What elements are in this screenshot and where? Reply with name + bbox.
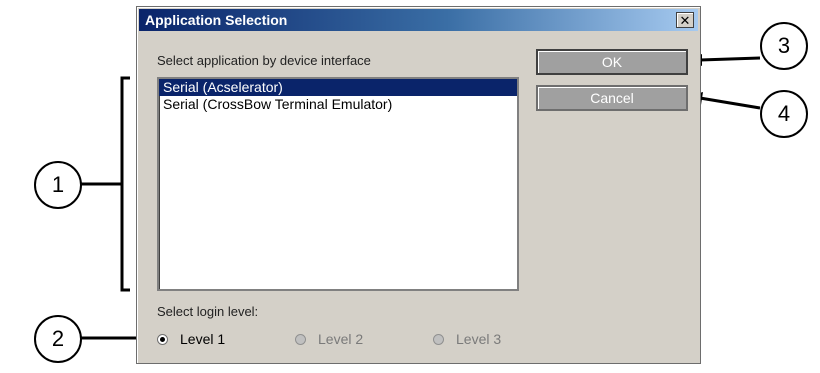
callout-3-line [699,56,761,62]
dialog-title: Application Selection [145,12,288,28]
interface-prompt: Select application by device interface [157,53,371,68]
cancel-button[interactable]: Cancel [536,85,688,111]
callout-4-line [699,96,761,110]
application-selection-dialog: Application Selection ✕ Select applicati… [136,6,701,364]
login-level-label: Select login level: [157,304,259,319]
callout-3: 3 [760,22,808,70]
radio-label: Level 2 [318,331,364,347]
close-icon: ✕ [679,13,691,28]
radio-disabled-icon [433,333,444,345]
radio-level-3[interactable]: Level 3 [433,331,501,347]
radio-checked-icon [157,333,168,345]
radio-level-2[interactable]: Level 2 [295,331,363,347]
list-item[interactable]: Serial (CrossBow Terminal Emulator) [159,96,517,113]
application-listbox[interactable]: Serial (Acselerator) Serial (CrossBow Te… [157,77,519,291]
list-bracket [120,76,130,292]
close-button[interactable]: ✕ [676,12,694,28]
title-bar[interactable]: Application Selection ✕ [139,9,698,31]
radio-label: Level 3 [456,331,502,347]
radio-level-1[interactable]: Level 1 [157,331,225,347]
callout-4: 4 [760,90,808,138]
radio-disabled-icon [295,333,306,345]
radio-label: Level 1 [180,331,226,347]
ok-button[interactable]: OK [536,49,688,75]
list-item[interactable]: Serial (Acselerator) [159,79,517,96]
callout-2: 2 [34,315,82,363]
callout-1: 1 [34,161,82,209]
